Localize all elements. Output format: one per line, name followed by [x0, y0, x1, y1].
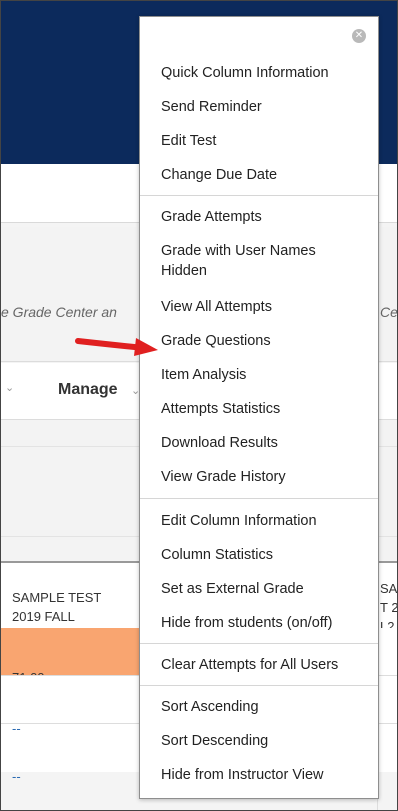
grade-link[interactable]: --: [12, 721, 21, 736]
manage-menu-button[interactable]: Manage: [58, 381, 118, 399]
grade-link[interactable]: --: [12, 769, 21, 784]
column-header-sample-test[interactable]: SAMPLE TEST 2019 FALL: [12, 588, 101, 626]
menu-item-change-due-date[interactable]: Change Due Date: [161, 165, 277, 185]
menu-item-item-analysis[interactable]: Item Analysis: [161, 365, 246, 385]
menu-item-set-as-external-grade[interactable]: Set as External Grade: [161, 579, 304, 599]
grade-center-note-right: Cer: [380, 304, 398, 320]
menu-item-send-reminder[interactable]: Send Reminder: [161, 97, 262, 117]
menu-separator: [140, 498, 378, 499]
screenshot-frame: e Grade Center an Cer ⌄ Manage ⌄ SAMPLE …: [0, 0, 398, 811]
column-context-menu: ✕ Quick Column Information Send Reminder…: [139, 16, 379, 799]
close-icon[interactable]: ✕: [352, 29, 366, 43]
menu-separator: [140, 195, 378, 196]
menu-item-clear-attempts-for-all-users[interactable]: Clear Attempts for All Users: [161, 655, 338, 675]
menu-item-sort-ascending[interactable]: Sort Ascending: [161, 697, 259, 717]
menu-item-edit-test[interactable]: Edit Test: [161, 131, 216, 151]
menu-separator: [140, 685, 378, 686]
grade-cell[interactable]: [378, 628, 397, 675]
menu-item-grade-attempts[interactable]: Grade Attempts: [161, 207, 262, 227]
red-arrow-icon: [75, 338, 158, 356]
menu-item-grade-with-user-names-hidden[interactable]: Grade with User Names Hidden: [161, 241, 316, 281]
menu-item-column-statistics[interactable]: Column Statistics: [161, 545, 273, 565]
menu-item-quick-column-information[interactable]: Quick Column Information: [161, 63, 329, 83]
menu-item-view-grade-history[interactable]: View Grade History: [161, 467, 286, 487]
grade-cell-highlighted[interactable]: [1, 628, 141, 675]
menu-item-hide-from-students[interactable]: Hide from students (on/off): [161, 613, 332, 633]
menu-item-sort-descending[interactable]: Sort Descending: [161, 731, 268, 751]
menu-item-grade-questions[interactable]: Grade Questions: [161, 331, 271, 351]
menu-item-view-all-attempts[interactable]: View All Attempts: [161, 297, 272, 317]
menu-item-edit-column-information[interactable]: Edit Column Information: [161, 511, 317, 531]
menu-item-attempts-statistics[interactable]: Attempts Statistics: [161, 399, 280, 419]
grade-center-note-left: e Grade Center an: [1, 304, 117, 320]
menu-item-hide-from-instructor-view[interactable]: Hide from Instructor View: [161, 765, 324, 785]
chevron-down-icon[interactable]: ⌄: [5, 381, 14, 394]
menu-item-download-results[interactable]: Download Results: [161, 433, 278, 453]
menu-separator: [140, 643, 378, 644]
